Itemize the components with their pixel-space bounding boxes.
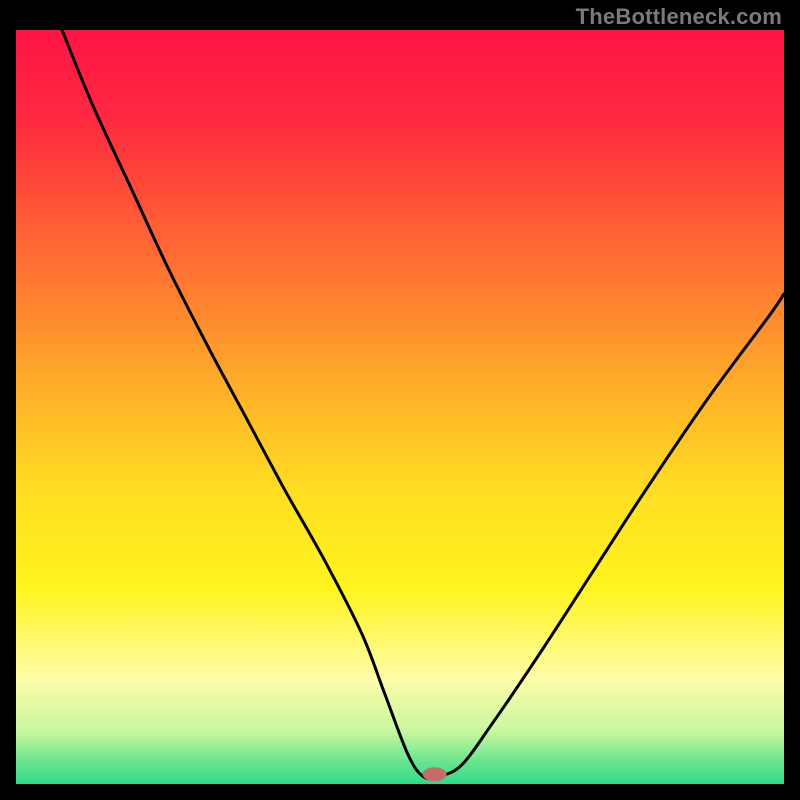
gradient-background bbox=[16, 30, 784, 784]
chart-container: TheBottleneck.com bbox=[0, 0, 800, 800]
min-marker bbox=[423, 767, 447, 781]
watermark-text: TheBottleneck.com bbox=[576, 4, 782, 30]
chart-svg bbox=[16, 30, 784, 784]
plot-area bbox=[16, 30, 784, 784]
